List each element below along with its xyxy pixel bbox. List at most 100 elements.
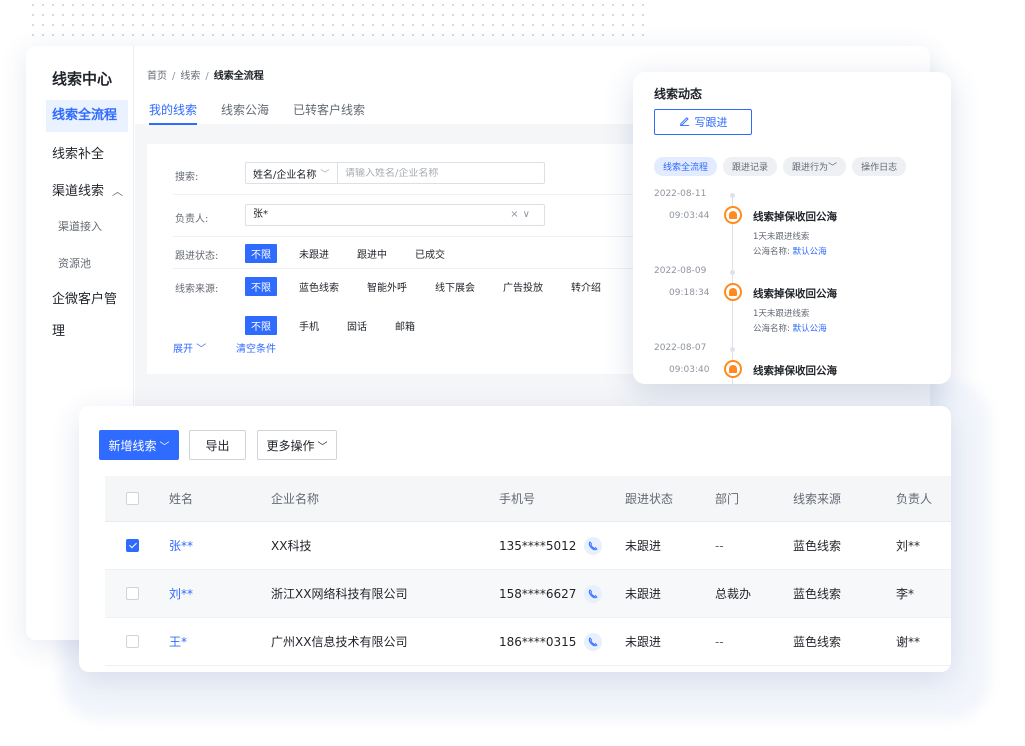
column-header-source: 线索来源 [793,492,842,506]
recall-icon [724,206,742,224]
clear-icon[interactable]: × [510,209,522,220]
tab-bar: 我的线索 线索公海 已转客户线索 [149,101,365,125]
source-option-offline-expo[interactable]: 线下展会 [429,277,481,296]
table-row[interactable]: 刘** 浙江XX网络科技有限公司 158****6627 未跟进 总裁办 蓝色线… [105,570,951,618]
timeline-time: 09:03:40 [669,365,710,375]
breadcrumb-leads[interactable]: 线索 [180,71,200,82]
status-options: 不限 未跟进 跟进中 已成交 [245,244,451,263]
phone-cell: 135****5012 [499,522,603,569]
chevron-down-icon: ﹀ [317,441,328,453]
call-icon[interactable] [584,584,603,603]
pool-name-link[interactable]: 默认公海 [793,324,827,334]
lead-name-link[interactable]: 刘** [169,570,193,617]
sidebar-item-label: 渠道接入 [58,220,102,233]
timeline-date: 2022-08-07 [654,343,707,353]
activity-tab-operation-log[interactable]: 操作日志 [852,157,907,176]
timeline-date: 2022-08-09 [654,266,707,276]
source-cell: 蓝色线索 [793,539,842,553]
sidebar-item-channel-leads[interactable]: 渠道线索 ︿ [46,176,128,208]
breadcrumb-separator: / [172,71,176,82]
row-checkbox[interactable] [126,570,139,617]
breadcrumb-current: 线索全流程 [213,71,264,82]
write-followup-button[interactable]: 写跟进 [654,109,752,135]
contact-options: 不限 手机 固话 邮箱 [245,316,421,335]
timeline-event-detail: 1天未跟进线索 [753,309,810,319]
activity-tab-followup-records[interactable]: 跟进记录 [723,157,778,176]
pool-label: 公海名称: [753,324,790,334]
write-followup-label: 写跟进 [694,116,728,129]
phone-number: 158****6627 [499,586,577,601]
select-all-checkbox[interactable] [126,476,139,521]
tab-lead-pool[interactable]: 线索公海 [221,101,269,125]
table-row[interactable]: 张** XX科技 135****5012 未跟进 -- 蓝色线索 刘** [105,522,951,570]
activity-tab-lead-flow[interactable]: 线索全流程 [654,157,718,176]
source-option-blue-leads[interactable]: 蓝色线索 [293,277,345,296]
status-option-any[interactable]: 不限 [245,244,277,263]
activity-tab-label: 跟进行为 [792,163,829,173]
status-option-following[interactable]: 跟进中 [351,244,393,263]
company-cell: 浙江XX网络科技有限公司 [271,587,408,601]
phone-number: 135****5012 [499,538,577,553]
sidebar-item-channel-access[interactable]: 渠道接入 [46,211,128,243]
lead-name-link[interactable]: 张** [169,522,193,569]
sidebar-item-label: 企微客户管理 [52,292,118,339]
chevron-up-icon: ︿ [112,185,124,198]
breadcrumb-home[interactable]: 首页 [147,71,167,82]
column-header-company: 企业名称 [271,492,320,506]
source-option-any[interactable]: 不限 [245,277,277,296]
call-icon[interactable] [584,536,603,555]
expand-filters-button[interactable]: 展开 ﹀ [173,340,206,355]
owner-value: 张* [253,209,268,220]
call-icon[interactable] [584,632,603,651]
activity-tab-followup-behavior[interactable]: 跟进行为﹀ [783,157,847,176]
department-cell: -- [715,538,724,553]
timeline-event-title: 线索掉保收回公海 [753,365,837,377]
contact-option-email[interactable]: 邮箱 [389,316,421,335]
lead-name-link[interactable]: 王* [169,618,187,665]
timeline-event-detail: 1天未跟进线索 [753,232,810,242]
table-row[interactable]: 王* 广州XX信息技术有限公司 186****0315 未跟进 -- 蓝色线索 … [105,618,951,666]
recall-icon [724,360,742,378]
timeline-time: 09:18:34 [669,288,710,298]
more-actions-label: 更多操作 [266,438,315,453]
search-input[interactable] [338,167,544,179]
status-option-closed[interactable]: 已成交 [409,244,451,263]
checkbox-box [126,635,139,648]
export-button[interactable]: 导出 [189,430,246,460]
breadcrumb-separator: / [205,71,209,82]
row-checkbox[interactable] [126,522,139,569]
source-options: 不限 蓝色线索 智能外呼 线下展会 广告投放 转介绍 [245,277,607,296]
source-option-ads[interactable]: 广告投放 [497,277,549,296]
sidebar-item-lead-flow[interactable]: 线索全流程 [46,100,128,132]
clear-filters-button[interactable]: 清空条件 [236,340,276,355]
search-group: 姓名/企业名称 ﹀ [245,162,545,184]
row-checkbox[interactable] [126,618,139,665]
tab-converted-leads[interactable]: 已转客户线索 [293,101,365,125]
tab-my-leads[interactable]: 我的线索 [149,101,198,125]
owner-label: 负责人: [175,214,209,225]
more-actions-button[interactable]: 更多操作 ﹀ [257,430,337,460]
column-header-name: 姓名 [169,492,194,506]
timeline-date-dot [730,347,735,352]
contact-option-any[interactable]: 不限 [245,316,277,335]
contact-option-mobile[interactable]: 手机 [293,316,325,335]
sidebar-item-wecom-customers[interactable]: 企微客户管理 [46,284,128,339]
chevron-down-icon[interactable]: ∨ [523,209,534,220]
dot-pattern-decoration [28,0,648,44]
sidebar-item-resource-pool[interactable]: 资源池 [46,248,128,280]
pool-name-link[interactable]: 默认公海 [793,247,827,257]
phone-cell: 186****0315 [499,618,603,665]
status-option-not-followed[interactable]: 未跟进 [293,244,335,263]
source-option-referral[interactable]: 转介绍 [565,277,607,296]
owner-select[interactable]: 张* ×∨ [245,204,545,226]
search-type-select[interactable]: 姓名/企业名称 ﹀ [246,163,338,183]
source-cell: 蓝色线索 [793,587,842,601]
source-cell: 蓝色线索 [793,635,842,649]
activity-tabs: 线索全流程 跟进记录 跟进行为﹀ 操作日志 [654,157,907,176]
chevron-down-icon: ﹀ [159,441,170,453]
sidebar-item-lead-completion[interactable]: 线索补全 [46,139,128,171]
contact-option-landline[interactable]: 固话 [341,316,373,335]
source-option-smart-call[interactable]: 智能外呼 [361,277,413,296]
chevron-down-icon: ﹀ [196,344,207,355]
new-lead-button[interactable]: 新增线索 ﹀ [99,430,179,460]
